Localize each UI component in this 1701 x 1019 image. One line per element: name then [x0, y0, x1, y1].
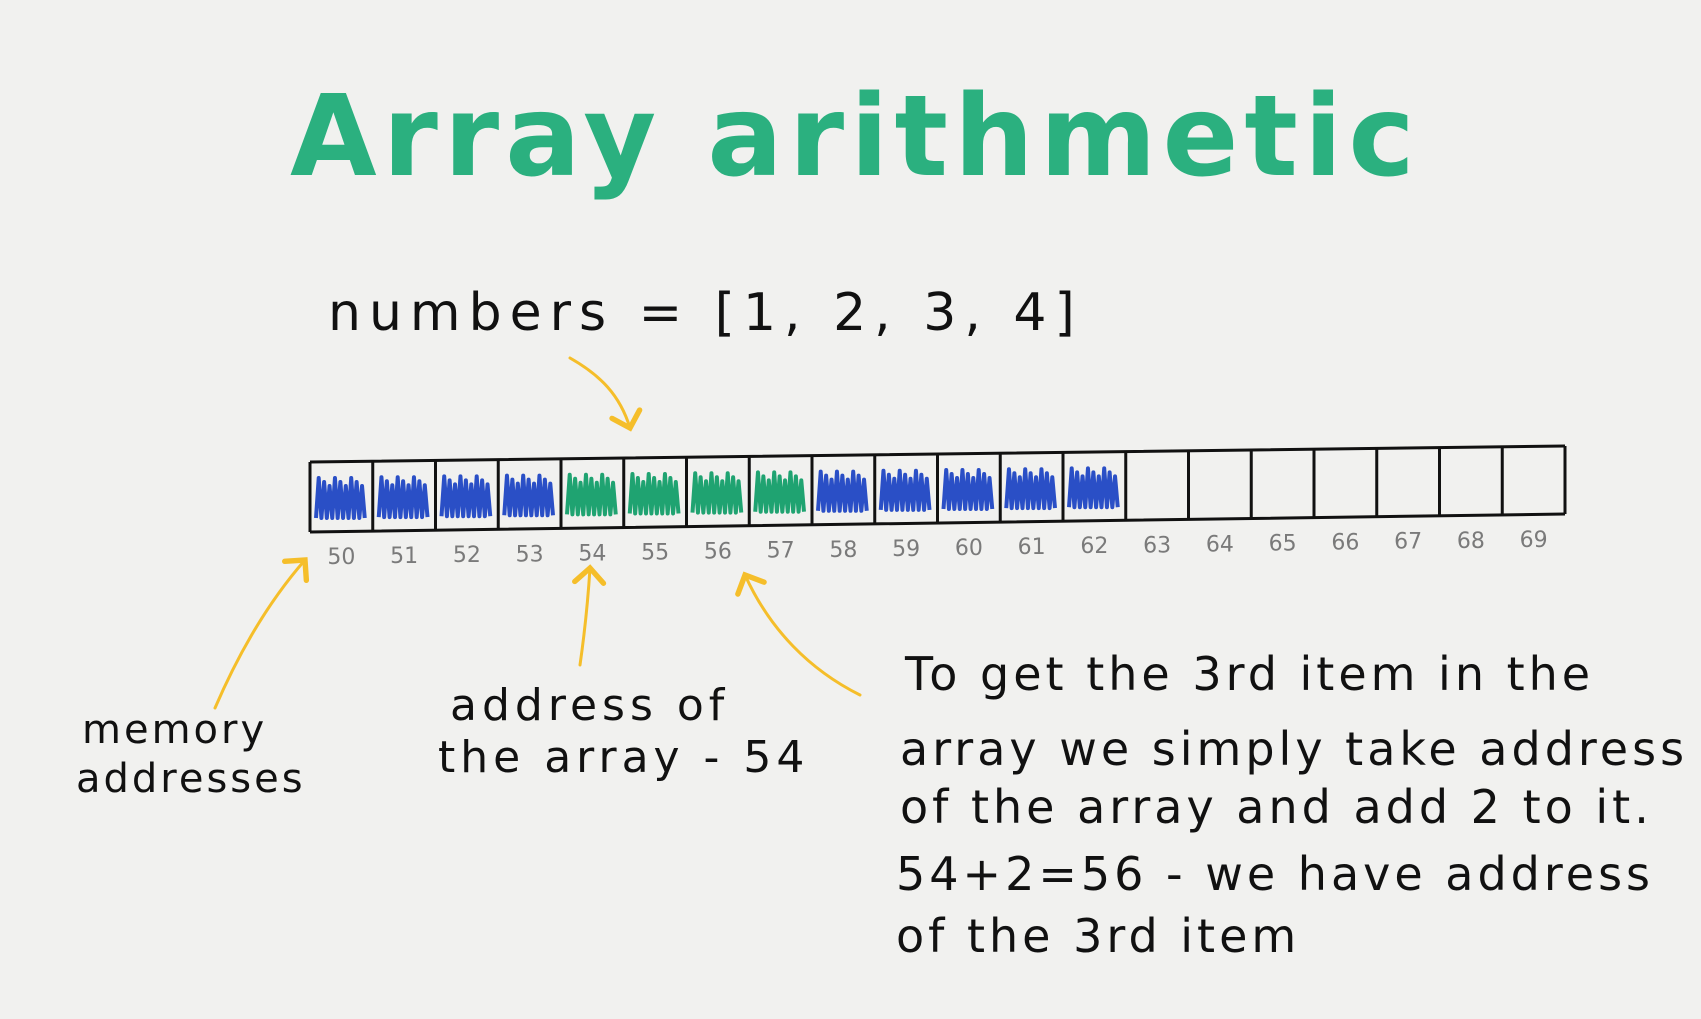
- label-array-address-line-1: address of: [450, 680, 729, 731]
- diagram-title: Array arithmetic: [290, 72, 1421, 202]
- memory-address-label: 68: [1457, 529, 1485, 554]
- memory-cell-fill-blue: [439, 474, 493, 519]
- label-array-address-line-2: the array - 54: [438, 732, 809, 783]
- memory-strip: [308, 444, 1567, 534]
- explanation-text: To get the 3rd item in the array we simp…: [896, 647, 1701, 963]
- memory-address-label: 69: [1520, 528, 1548, 553]
- arrow-third-item: [735, 571, 862, 697]
- array-arithmetic-diagram: Array arithmetic numbers = [1, 2, 3, 4] …: [76, 72, 1701, 963]
- array-definition: numbers = [1, 2, 3, 4]: [328, 283, 1083, 343]
- memory-cell-fill-green: [753, 470, 806, 514]
- memory-cell-fill-blue: [1004, 467, 1057, 511]
- memory-cell-fill-blue: [941, 468, 995, 511]
- memory-cell-fill-blue: [1067, 466, 1120, 510]
- label-array-address: address of the array - 54: [438, 680, 809, 783]
- memory-address-label: 50: [327, 545, 355, 570]
- memory-address-label: 55: [641, 541, 669, 566]
- memory-cell-fill-blue: [502, 473, 555, 518]
- memory-cell-fill-green: [690, 471, 744, 515]
- memory-address-label: 64: [1206, 532, 1234, 557]
- memory-cell-fill-blue: [376, 475, 430, 520]
- memory-address-label: 52: [453, 543, 481, 568]
- memory-address-label: 62: [1080, 534, 1108, 559]
- explanation-line-5: of the 3rd item: [896, 909, 1300, 963]
- memory-address-label: 66: [1331, 531, 1359, 556]
- label-memory-line-1: memory: [82, 707, 267, 753]
- arrow-to-array: [568, 356, 643, 432]
- memory-address-label: 56: [704, 540, 732, 565]
- memory-address-label: 67: [1394, 530, 1422, 555]
- address-row: 50 51 52 53 54 55 56 57 58 59 60 61 62 63 64 65 66 67 68 69: [327, 528, 1547, 570]
- memory-address-label: 60: [955, 536, 983, 561]
- memory-address-label: 51: [390, 544, 418, 569]
- memory-cell-fill-blue: [816, 469, 869, 513]
- memory-address-label: 53: [516, 542, 544, 567]
- explanation-line-2: array we simply take address: [900, 722, 1688, 776]
- memory-address-label: 61: [1018, 535, 1046, 560]
- memory-cell-fill-blue: [314, 476, 367, 520]
- memory-address-label: 59: [892, 537, 920, 562]
- explanation-line-4: 54+2=56 - we have address: [896, 847, 1654, 901]
- arrow-array-address: [572, 564, 607, 667]
- arrow-memory-addresses: [213, 557, 310, 710]
- explanation-line-3: of the array and add 2 to it.: [900, 780, 1653, 834]
- memory-address-label: 57: [767, 539, 795, 564]
- label-memory-addresses: memory addresses: [76, 707, 306, 802]
- memory-address-label: 65: [1269, 532, 1297, 557]
- memory-address-label: 54: [578, 541, 606, 566]
- memory-address-label: 63: [1143, 533, 1171, 558]
- memory-cell-fill-blue: [878, 468, 932, 512]
- memory-cell-fill-green: [627, 472, 681, 516]
- explanation-line-1: To get the 3rd item in the: [904, 647, 1594, 701]
- label-memory-line-2: addresses: [76, 756, 306, 802]
- memory-address-label: 58: [829, 538, 857, 563]
- memory-cell-fill-green: [565, 472, 618, 517]
